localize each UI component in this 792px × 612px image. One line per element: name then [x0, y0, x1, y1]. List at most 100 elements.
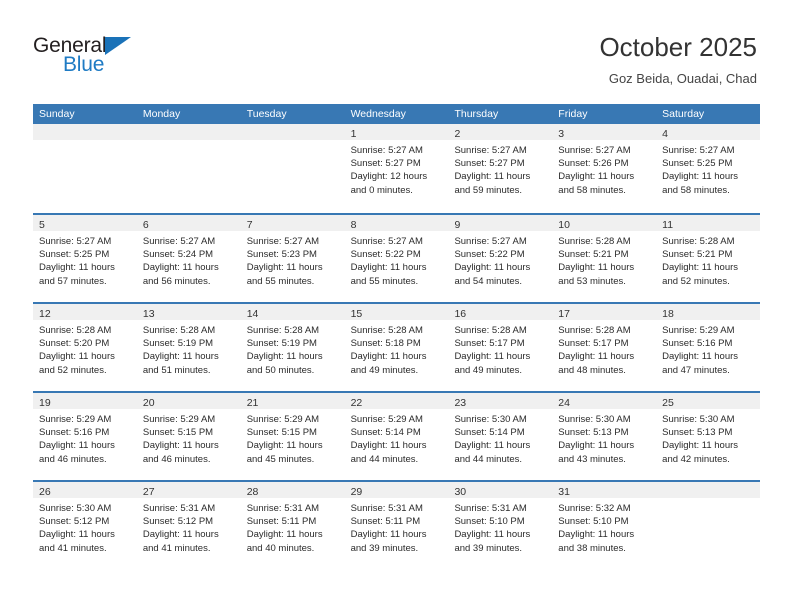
day-detail-line: and 51 minutes.	[142, 364, 211, 376]
day-cell[interactable]: 16 Sunrise: 5:28 AM Sunset: 5:17 PM Dayligh…	[448, 304, 553, 391]
day-cell[interactable]: 8 Sunrise: 5:27 AM Sunset: 5:22 PM Daylight…	[344, 215, 449, 302]
day-details: Sunrise: 5:30 AM Sunset: 5:13 PM Daylight:…	[552, 409, 656, 466]
day-cell[interactable]: 14 Sunrise: 5:28 AM Sunset: 5:19 PM Dayligh…	[240, 304, 345, 391]
day-cell[interactable]: 24 Sunrise: 5:30 AM Sunset: 5:13 PM Dayligh…	[552, 393, 657, 480]
day-cell[interactable]: 6 Sunrise: 5:27 AM Sunset: 5:24 PM Daylight…	[136, 215, 241, 302]
day-detail-line: Sunrise: 5:27 AM	[350, 145, 423, 156]
day-cell[interactable]: 18 Sunrise: 5:29 AM Sunset: 5:16 PM Dayligh…	[656, 304, 761, 391]
day-number-band: 13	[136, 304, 241, 320]
weekday-header-saturday: Saturday	[662, 108, 705, 120]
triangle-icon	[105, 37, 131, 55]
day-detail-line: Sunrise: 5:31 AM	[246, 503, 320, 514]
day-cell[interactable]: 5 Sunrise: 5:27 AM Sunset: 5:25 PM Daylight…	[33, 215, 137, 302]
day-detail-line: Daylight: 11 hours	[39, 262, 115, 274]
day-detail-line: Daylight: 11 hours	[350, 351, 427, 363]
day-detail-line: Sunset: 5:16 PM	[662, 338, 733, 350]
calendar-page: General Blue October 2025 Goz Beida, Oua…	[0, 0, 792, 612]
day-cell[interactable]: 4 Sunrise: 5:27 AM Sunset: 5:25 PM Daylight…	[656, 124, 761, 213]
day-number: 8	[350, 219, 357, 231]
day-detail-line: Sunset: 5:20 PM	[39, 338, 110, 350]
day-detail-line: Sunset: 5:14 PM	[350, 427, 421, 439]
day-cell[interactable]: 2 Sunrise: 5:27 AM Sunset: 5:27 PM Daylight…	[448, 124, 553, 213]
day-detail-line: Sunset: 5:21 PM	[558, 249, 629, 261]
day-cell[interactable]: 21 Sunrise: 5:29 AM Sunset: 5:15 PM Dayligh…	[240, 393, 345, 480]
day-cell[interactable]: 28 Sunrise: 5:31 AM Sunset: 5:11 PM Dayligh…	[240, 482, 345, 569]
day-number-band: 18	[656, 304, 761, 320]
day-detail-line: Sunrise: 5:27 AM	[662, 145, 735, 156]
day-cell[interactable]: 30 Sunrise: 5:31 AM Sunset: 5:10 PM Dayligh…	[448, 482, 553, 569]
day-number: 14	[246, 308, 259, 320]
day-number-band: 12	[33, 304, 137, 320]
day-details: Sunrise: 5:27 AM Sunset: 5:27 PM Daylight:…	[448, 140, 552, 197]
day-number-band: 2	[448, 124, 553, 140]
day-cell[interactable]: 23 Sunrise: 5:30 AM Sunset: 5:14 PM Dayligh…	[448, 393, 553, 480]
day-detail-line: Sunset: 5:13 PM	[558, 427, 629, 439]
day-cell[interactable]: 25 Sunrise: 5:30 AM Sunset: 5:13 PM Dayligh…	[656, 393, 761, 480]
day-number: 2	[454, 128, 461, 140]
day-cell[interactable]: 27 Sunrise: 5:31 AM Sunset: 5:12 PM Dayligh…	[136, 482, 241, 569]
day-cell[interactable]: 19 Sunrise: 5:29 AM Sunset: 5:16 PM Dayligh…	[33, 393, 137, 480]
day-details: Sunrise: 5:27 AM Sunset: 5:25 PM Daylight:…	[33, 231, 137, 288]
day-cell[interactable]: 1 Sunrise: 5:27 AM Sunset: 5:27 PM Daylight…	[344, 124, 449, 213]
day-details: Sunrise: 5:31 AM Sunset: 5:10 PM Daylight:…	[448, 498, 552, 555]
day-detail-line: and 43 minutes.	[558, 453, 626, 465]
calendar-week-row: 1 Sunrise: 5:27 AM Sunset: 5:27 PM Daylight…	[33, 124, 761, 213]
day-detail-line: and 58 minutes.	[662, 184, 730, 196]
day-cell[interactable]: 10 Sunrise: 5:28 AM Sunset: 5:21 PM Dayligh…	[552, 215, 657, 302]
day-number: 28	[246, 486, 259, 498]
calendar-week-row: 5 Sunrise: 5:27 AM Sunset: 5:25 PM Daylight…	[33, 213, 761, 302]
day-cell[interactable]: 3 Sunrise: 5:27 AM Sunset: 5:26 PM Daylight…	[552, 124, 657, 213]
day-detail-line: Sunrise: 5:27 AM	[558, 145, 631, 156]
day-cell[interactable]: 13 Sunrise: 5:28 AM Sunset: 5:19 PM Dayligh…	[136, 304, 241, 391]
day-number: 31	[558, 486, 570, 498]
day-detail-line: Sunrise: 5:31 AM	[142, 503, 216, 514]
day-detail-line: Daylight: 11 hours	[246, 351, 323, 363]
day-number: 16	[454, 308, 467, 320]
day-detail-line: Daylight: 11 hours	[246, 262, 323, 274]
day-number: 18	[662, 308, 674, 320]
day-detail-line: Sunset: 5:18 PM	[350, 338, 421, 350]
day-detail-line: Sunset: 5:26 PM	[558, 158, 629, 170]
day-details: Sunrise: 5:28 AM Sunset: 5:19 PM Daylight:…	[137, 320, 241, 377]
day-number: 21	[246, 397, 259, 409]
day-detail-line: Daylight: 11 hours	[142, 529, 219, 541]
day-detail-line: Sunrise: 5:31 AM	[350, 503, 423, 514]
day-detail-line: Sunrise: 5:28 AM	[662, 236, 735, 247]
day-number: 20	[142, 397, 155, 409]
day-cell[interactable]: 29 Sunrise: 5:31 AM Sunset: 5:11 PM Dayligh…	[344, 482, 449, 569]
day-detail-line: Daylight: 11 hours	[350, 440, 427, 452]
weekday-header-sunday: Sunday	[39, 108, 75, 120]
day-cell[interactable]: 11 Sunrise: 5:28 AM Sunset: 5:21 PM Dayligh…	[656, 215, 761, 302]
day-cell[interactable]: 26 Sunrise: 5:30 AM Sunset: 5:12 PM Dayligh…	[33, 482, 137, 569]
day-cell[interactable]: 9 Sunrise: 5:27 AM Sunset: 5:22 PM Daylight…	[448, 215, 553, 302]
day-detail-line: Daylight: 11 hours	[39, 351, 115, 363]
day-cell[interactable]: 7 Sunrise: 5:27 AM Sunset: 5:23 PM Daylight…	[240, 215, 345, 302]
general-blue-logo[interactable]: General Blue	[33, 34, 233, 84]
day-cell[interactable]: 20 Sunrise: 5:29 AM Sunset: 5:15 PM Dayligh…	[136, 393, 241, 480]
day-detail-line: Daylight: 12 hours	[350, 171, 428, 183]
day-details: Sunrise: 5:31 AM Sunset: 5:11 PM Daylight:…	[241, 498, 345, 555]
day-cell[interactable]: 15 Sunrise: 5:28 AM Sunset: 5:18 PM Dayligh…	[344, 304, 449, 391]
day-number-band: 16	[448, 304, 553, 320]
day-detail-line: Sunrise: 5:31 AM	[454, 503, 527, 514]
day-cell[interactable]: 17 Sunrise: 5:28 AM Sunset: 5:17 PM Dayligh…	[552, 304, 657, 391]
day-detail-line: Sunrise: 5:30 AM	[39, 503, 112, 514]
day-detail-line: Sunset: 5:17 PM	[558, 338, 629, 350]
day-number: 24	[558, 397, 570, 409]
day-number-band: 5	[33, 215, 137, 231]
day-cell[interactable]: 22 Sunrise: 5:29 AM Sunset: 5:14 PM Dayligh…	[344, 393, 449, 480]
day-details: Sunrise: 5:27 AM Sunset: 5:22 PM Daylight:…	[345, 231, 449, 288]
day-detail-line: Sunset: 5:17 PM	[454, 338, 525, 350]
day-detail-line: Daylight: 11 hours	[454, 171, 531, 183]
day-cell[interactable]: 31 Sunrise: 5:32 AM Sunset: 5:10 PM Dayligh…	[552, 482, 657, 569]
day-detail-line: and 39 minutes.	[350, 542, 419, 554]
day-number-band: 28	[240, 482, 345, 498]
day-number-band: 23	[448, 393, 553, 409]
day-detail-line: Sunset: 5:10 PM	[454, 516, 525, 528]
day-detail-line: Daylight: 11 hours	[558, 171, 635, 183]
day-details: Sunrise: 5:28 AM Sunset: 5:17 PM Daylight:…	[552, 320, 656, 377]
day-cell[interactable]: 12 Sunrise: 5:28 AM Sunset: 5:20 PM Dayligh…	[33, 304, 137, 391]
day-details: Sunrise: 5:30 AM Sunset: 5:12 PM Daylight:…	[33, 498, 137, 555]
day-number-band	[240, 124, 345, 140]
day-number: 15	[350, 308, 363, 320]
